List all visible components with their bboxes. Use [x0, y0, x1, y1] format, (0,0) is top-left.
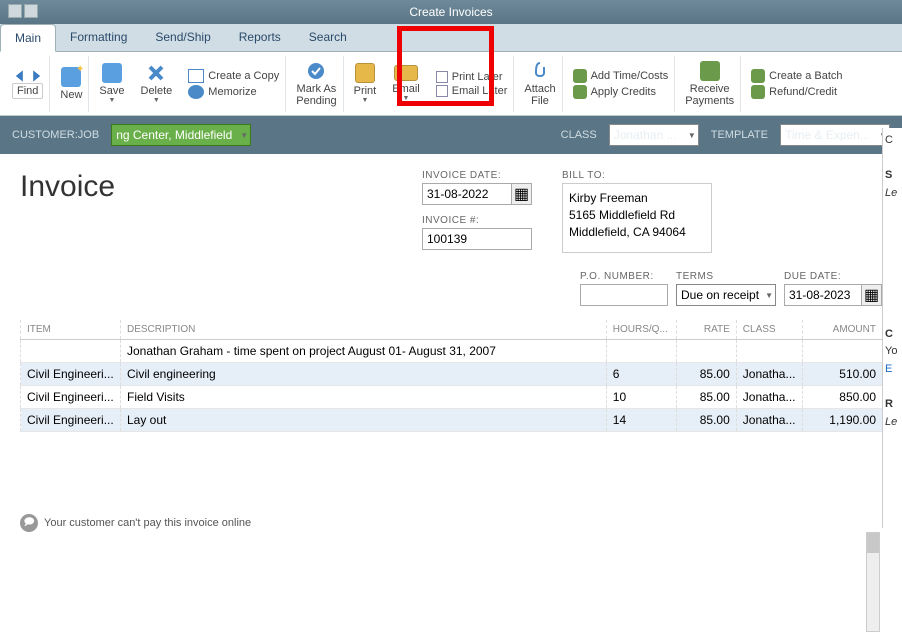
check-icon — [306, 61, 326, 81]
ribbon: Find ✦ New Save ▼ Delete ▼ Create a Copy… — [0, 52, 902, 116]
copy-memorize-group: Create a Copy Memorize — [182, 56, 286, 112]
email-later-check[interactable]: Email Later — [436, 85, 508, 97]
table-row[interactable]: Civil Engineeri...Lay out1485.00Jonatha.… — [21, 409, 883, 432]
prev-arrow-icon[interactable] — [13, 69, 27, 83]
date-input[interactable] — [422, 183, 512, 205]
print-later-check[interactable]: Print Later — [436, 71, 503, 83]
class-label: CLASS — [561, 129, 597, 141]
find-group[interactable]: Find — [6, 56, 50, 112]
table-row[interactable]: Jonathan Graham - time spent on project … — [21, 340, 883, 363]
refund-icon — [751, 85, 765, 99]
dropdown-icon: ▼ — [765, 291, 773, 300]
date-label: INVOICE DATE: — [422, 170, 532, 181]
customer-combo[interactable]: ng Center, Middlefield▼ — [111, 124, 251, 146]
checkbox-icon — [436, 85, 448, 97]
later-group: Print Later Email Later — [430, 56, 515, 112]
tab-reports[interactable]: Reports — [225, 24, 295, 51]
th-desc: DESCRIPTION — [121, 320, 607, 340]
num-label: INVOICE #: — [422, 215, 532, 226]
title-bar: Create Invoices — [0, 0, 902, 24]
th-hours: HOURS/Q... — [606, 320, 676, 340]
dropdown-icon: ▼ — [240, 131, 248, 140]
po-input[interactable] — [580, 284, 668, 306]
th-item: ITEM — [21, 320, 121, 340]
create-batch-button[interactable]: Create a Batch — [751, 69, 842, 83]
side-panel: C S Le C Yo E R Le — [882, 128, 902, 528]
due-input[interactable] — [784, 284, 862, 306]
sub-header: CUSTOMER:JOB ng Center, Middlefield▼ CLA… — [0, 116, 902, 154]
paperclip-icon — [530, 61, 550, 81]
info-icon: 🗩 — [20, 514, 38, 532]
th-rate: RATE — [676, 320, 736, 340]
window-controls[interactable] — [8, 4, 40, 21]
content-area: Invoice INVOICE DATE: ▦ INVOICE #: BILL … — [0, 154, 902, 448]
refund-button[interactable]: Refund/Credit — [751, 85, 837, 99]
time-credits-group: Add Time/Costs Apply Credits — [567, 56, 676, 112]
th-class: CLASS — [736, 320, 802, 340]
tab-search[interactable]: Search — [295, 24, 361, 51]
table-row[interactable]: Civil Engineeri...Field Visits1085.00Jon… — [21, 386, 883, 409]
template-label: TEMPLATE — [711, 129, 768, 141]
checkbox-icon — [436, 71, 448, 83]
table-scrollbar[interactable] — [866, 532, 880, 632]
batch-icon — [751, 69, 765, 83]
apply-credits-button[interactable]: Apply Credits — [573, 85, 656, 99]
clock-icon — [573, 69, 587, 83]
bill-label: BILL TO: — [562, 170, 712, 181]
calendar-icon[interactable]: ▦ — [862, 284, 882, 306]
credits-icon — [573, 85, 587, 99]
main-tabs: Main Formatting Send/Ship Reports Search — [0, 24, 902, 52]
delete-button[interactable]: Delete ▼ — [135, 56, 179, 112]
mark-pending-button[interactable]: Mark As Pending — [290, 56, 343, 112]
tab-formatting[interactable]: Formatting — [56, 24, 141, 51]
save-button[interactable]: Save ▼ — [93, 56, 130, 112]
tab-main[interactable]: Main — [0, 24, 56, 52]
batch-refund-group: Create a Batch Refund/Credit — [745, 56, 848, 112]
customer-label: CUSTOMER:JOB — [12, 129, 99, 141]
print-icon — [355, 63, 375, 83]
bill-to-box[interactable]: Kirby Freeman 5165 Middlefield Rd Middle… — [562, 183, 712, 253]
receive-icon — [700, 61, 720, 81]
table-row[interactable]: Civil Engineeri...Civil engineering685.0… — [21, 363, 883, 386]
attach-button[interactable]: Attach File — [518, 56, 562, 112]
copy-icon — [188, 69, 204, 83]
save-icon — [102, 63, 122, 83]
terms-label: TERMS — [676, 271, 776, 282]
memorize-icon — [188, 85, 204, 99]
footer-msg: Your customer can't pay this invoice onl… — [44, 517, 251, 529]
template-combo[interactable]: Time & Expen...▼ — [780, 124, 890, 146]
line-items-table: ITEM DESCRIPTION HOURS/Q... RATE CLASS A… — [20, 320, 882, 432]
receive-payments-button[interactable]: Receive Payments — [679, 56, 741, 112]
find-label: Find — [12, 83, 43, 99]
invoice-heading: Invoice — [20, 170, 392, 204]
window-title: Create Invoices — [409, 5, 492, 19]
num-input[interactable] — [422, 228, 532, 250]
email-icon — [394, 65, 418, 81]
email-button[interactable]: Email ▼ — [386, 56, 426, 112]
dropdown-icon: ▼ — [688, 131, 696, 140]
memorize-button[interactable]: Memorize — [188, 85, 256, 99]
terms-combo[interactable]: Due on receipt▼ — [676, 284, 776, 306]
delete-icon — [146, 63, 166, 83]
add-time-button[interactable]: Add Time/Costs — [573, 69, 669, 83]
new-button[interactable]: ✦ New — [54, 56, 89, 112]
print-button[interactable]: Print ▼ — [348, 56, 383, 112]
footer: 🗩 Your customer can't pay this invoice o… — [20, 514, 251, 532]
new-icon: ✦ — [61, 67, 81, 87]
calendar-icon[interactable]: ▦ — [512, 183, 532, 205]
class-combo[interactable]: Jonathan ...▼ — [609, 124, 699, 146]
po-label: P.O. NUMBER: — [580, 271, 668, 282]
due-label: DUE DATE: — [784, 271, 882, 282]
next-arrow-icon[interactable] — [29, 69, 43, 83]
create-copy-button[interactable]: Create a Copy — [188, 69, 279, 83]
th-amount: AMOUNT — [802, 320, 882, 340]
tab-send-ship[interactable]: Send/Ship — [141, 24, 224, 51]
